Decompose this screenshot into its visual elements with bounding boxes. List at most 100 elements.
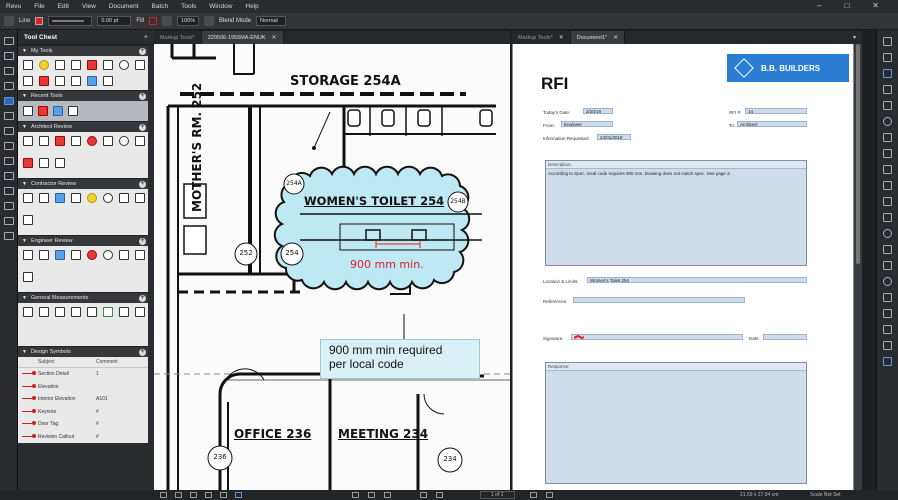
snapshot-icon[interactable]	[883, 357, 892, 366]
tool-item[interactable]	[67, 105, 78, 116]
response-field[interactable]: Response:	[545, 362, 807, 484]
tab-document1[interactable]: Document1* ✕	[570, 31, 626, 44]
tool-item[interactable]	[134, 192, 145, 203]
circle-icon[interactable]	[883, 277, 892, 286]
highlight-icon[interactable]	[883, 85, 892, 94]
info-requested-field[interactable]: 24/01/2018	[597, 134, 631, 140]
todays-date-field[interactable]: 3/20/18	[583, 108, 613, 114]
page-indicator[interactable]: 1 of 2	[480, 491, 515, 499]
spaces-icon[interactable]	[3, 187, 14, 195]
tool-item[interactable]	[54, 306, 65, 317]
tool-item[interactable]	[22, 135, 33, 146]
count-icon[interactable]	[883, 341, 892, 350]
close-tab-icon[interactable]: ✕	[613, 34, 618, 41]
tool-item[interactable]	[38, 135, 49, 146]
tool-item[interactable]	[22, 271, 33, 282]
measure-icon[interactable]	[883, 325, 892, 334]
opacity-field[interactable]: 100%	[177, 16, 200, 26]
section-architect-review[interactable]: ▼ Architect Review +	[18, 121, 154, 132]
tool-item[interactable]	[102, 75, 113, 86]
menu-revu[interactable]: Revu	[6, 3, 21, 10]
tool-item[interactable]	[54, 192, 65, 203]
tool-item[interactable]	[134, 249, 145, 260]
tool-item[interactable]	[70, 306, 81, 317]
line-width-field[interactable]: 0.00 pt	[97, 16, 132, 26]
rfi-document-pane[interactable]: B.B. BUILDERS RFI Today's Date: 3/20/18 …	[512, 44, 862, 490]
menu-help[interactable]: Help	[245, 3, 258, 10]
dimension-icon[interactable]	[883, 245, 892, 254]
pan-icon[interactable]	[352, 492, 359, 498]
tool-item[interactable]	[118, 135, 129, 146]
line-style-dropdown[interactable]	[48, 16, 93, 26]
tool-item[interactable]	[22, 192, 33, 203]
tool-item[interactable]	[102, 249, 113, 260]
section-general-measurements[interactable]: ▼ General Measurements +	[18, 292, 154, 303]
menu-file[interactable]: File	[34, 3, 44, 10]
tool-item[interactable]	[22, 105, 33, 116]
grid-icon[interactable]	[160, 492, 167, 498]
symbol-row[interactable]: Elevation	[18, 381, 154, 394]
select-icon[interactable]	[368, 492, 375, 498]
measurements-icon[interactable]	[3, 172, 14, 180]
links-icon[interactable]	[3, 157, 14, 165]
tool-item[interactable]	[70, 192, 81, 203]
add-tool-icon[interactable]: +	[139, 123, 146, 131]
tab-drawing[interactable]: 220506-1956MA-ENUK ✕	[201, 31, 284, 44]
scrollbar-thumb[interactable]	[856, 44, 860, 264]
stamp-icon[interactable]	[883, 101, 892, 110]
add-tool-icon[interactable]: +	[139, 237, 146, 245]
line-icon[interactable]	[883, 197, 892, 206]
references-field[interactable]	[573, 297, 745, 303]
tool-item[interactable]	[38, 249, 49, 260]
tool-item[interactable]	[86, 59, 97, 70]
floor-plan-drawing[interactable]: STORAGE 254A MOTHER'S RM. 252 WOMEN'S TO…	[154, 44, 510, 490]
tool-chest-menu-icon[interactable]: +	[144, 34, 148, 41]
tool-chest-icon[interactable]	[3, 97, 14, 105]
tool-item[interactable]	[38, 192, 49, 203]
area-icon[interactable]	[883, 309, 892, 318]
symbol-row[interactable]: Door Tag #	[18, 418, 154, 431]
tool-item[interactable]	[22, 59, 33, 70]
tool-item[interactable]	[86, 306, 97, 317]
text-box-icon[interactable]	[883, 37, 892, 46]
tool-item[interactable]	[22, 249, 33, 260]
tool-item[interactable]	[38, 75, 49, 86]
symbol-row[interactable]: Interior Elevation A101	[18, 393, 154, 406]
tool-item[interactable]	[54, 157, 65, 168]
settings-icon[interactable]	[3, 142, 14, 150]
location-field[interactable]: Women's Toilet 254	[587, 277, 807, 283]
menu-tools[interactable]: Tools	[181, 3, 196, 10]
tool-item[interactable]	[52, 105, 63, 116]
tool-item[interactable]	[134, 135, 145, 146]
tool-item[interactable]	[86, 192, 97, 203]
tool-item[interactable]	[22, 214, 33, 225]
rectangle-icon[interactable]	[883, 261, 892, 270]
tool-item[interactable]	[37, 105, 48, 116]
tool-item[interactable]	[70, 59, 81, 70]
tool-item[interactable]	[54, 135, 65, 146]
studio-icon[interactable]	[3, 232, 14, 240]
image-icon[interactable]	[883, 165, 892, 174]
callout-annotation[interactable]: 900 mm min required per local code	[320, 339, 480, 379]
line-color-swatch[interactable]	[35, 17, 44, 25]
add-tool-icon[interactable]: +	[139, 92, 146, 100]
menu-batch[interactable]: Batch	[151, 3, 168, 10]
tool-item[interactable]	[54, 59, 65, 70]
tool-item[interactable]	[70, 75, 81, 86]
close-icon[interactable]: ✕	[872, 2, 879, 10]
description-field[interactable]: Description: According to Spec, local co…	[545, 160, 807, 266]
ellipse-icon[interactable]	[883, 117, 892, 126]
first-page-icon[interactable]	[420, 492, 427, 498]
markup-icon[interactable]	[205, 492, 212, 498]
rfi-number-field[interactable]: 14	[745, 108, 807, 114]
close-tab-icon[interactable]: ✕	[272, 34, 277, 41]
chevron-down-icon[interactable]: ▾	[853, 34, 856, 41]
to-field[interactable]: Architect	[737, 121, 807, 127]
tool-item[interactable]	[134, 59, 145, 70]
tab-markup-tools[interactable]: Markup Tools*	[154, 31, 202, 44]
close-tab-icon[interactable]: ✕	[559, 34, 564, 41]
tool-item[interactable]	[134, 306, 145, 317]
typewriter-icon[interactable]	[883, 53, 892, 62]
tool-item[interactable]	[38, 59, 49, 70]
arc-icon[interactable]	[883, 229, 892, 238]
